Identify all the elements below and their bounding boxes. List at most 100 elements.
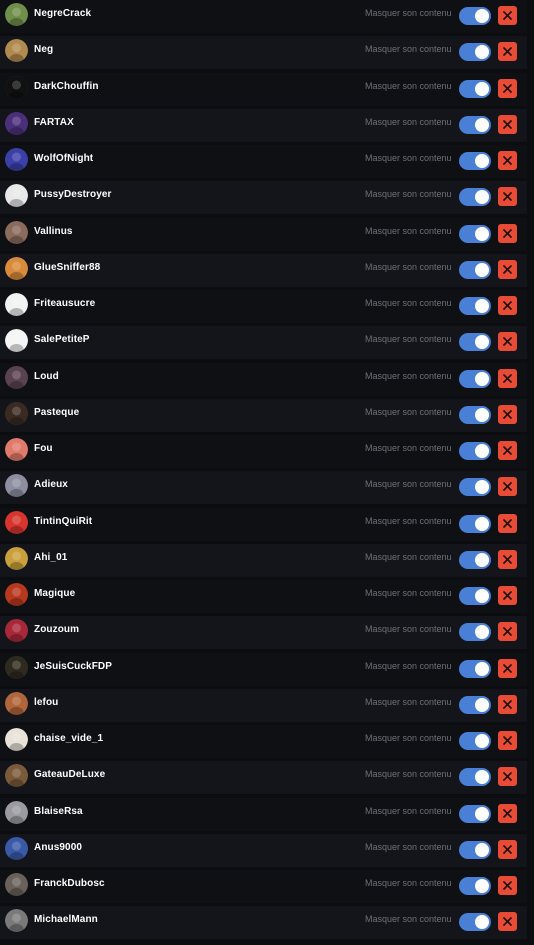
username: PussyDestroyer — [34, 189, 112, 201]
close-icon — [503, 301, 512, 310]
toggle-knob — [475, 154, 489, 168]
close-icon — [503, 11, 512, 20]
close-icon — [503, 228, 512, 238]
toggle-knob — [475, 589, 489, 603]
avatar — [5, 909, 28, 933]
mask-content-label: Masquer son contenu — [365, 189, 452, 200]
mask-content-toggle[interactable] — [459, 478, 491, 497]
remove-user-button[interactable] — [498, 803, 517, 823]
mask-content-toggle[interactable] — [459, 152, 491, 170]
remove-user-button[interactable] — [498, 586, 517, 605]
remove-user-button[interactable] — [498, 223, 517, 243]
mask-content-label: Masquer son contenu — [365, 696, 452, 707]
avatar — [5, 256, 28, 280]
mask-content-toggle[interactable] — [459, 768, 491, 787]
remove-user-button[interactable] — [498, 767, 517, 787]
remove-user-button[interactable] — [498, 114, 517, 134]
toggle-knob — [475, 770, 489, 785]
mask-content-toggle[interactable] — [459, 623, 491, 642]
remove-user-button[interactable] — [498, 622, 517, 642]
mask-content-label: Masquer son contenu — [365, 479, 452, 490]
mask-content-toggle[interactable] — [459, 224, 491, 243]
close-icon — [503, 119, 512, 129]
toggle-knob — [475, 444, 489, 458]
avatar — [5, 3, 28, 26]
toggle-knob — [475, 335, 489, 350]
remove-user-button[interactable] — [498, 6, 517, 25]
mask-content-label: Masquer son contenu — [365, 80, 452, 91]
mask-content-toggle[interactable] — [459, 43, 491, 62]
remove-user-button[interactable] — [498, 78, 517, 98]
remove-user-button[interactable] — [498, 259, 517, 279]
mask-content-toggle[interactable] — [459, 188, 491, 207]
mask-content-toggle[interactable] — [459, 732, 491, 750]
remove-user-button[interactable] — [498, 694, 517, 714]
mask-content-toggle[interactable] — [459, 913, 491, 932]
username: BlaiseRsa — [34, 805, 83, 817]
remove-user-button[interactable] — [498, 549, 517, 569]
close-icon — [503, 663, 512, 673]
mask-content-toggle[interactable] — [459, 514, 491, 533]
user-row: Ahi_01 Masquer son contenu — [0, 543, 527, 577]
toggle-knob — [475, 661, 489, 676]
mask-content-toggle[interactable] — [459, 79, 491, 98]
username: FranckDubosc — [34, 878, 105, 889]
mask-content-toggle[interactable] — [459, 115, 491, 134]
mask-content-toggle[interactable] — [459, 804, 491, 823]
remove-user-button[interactable] — [498, 513, 517, 533]
remove-user-button[interactable] — [498, 658, 517, 678]
mask-content-toggle[interactable] — [459, 260, 491, 279]
user-row: lefou Masquer son contenu — [0, 688, 527, 722]
close-icon — [503, 83, 512, 93]
avatar — [5, 329, 28, 353]
mask-content-label: Masquer son contenu — [365, 660, 452, 671]
remove-user-button[interactable] — [498, 441, 517, 460]
username: NegreCrack — [34, 8, 92, 19]
remove-user-button[interactable] — [498, 731, 517, 750]
mask-content-toggle[interactable] — [459, 7, 491, 25]
mask-content-label: Masquer son contenu — [365, 805, 452, 816]
mask-content-toggle[interactable] — [459, 877, 491, 895]
mask-content-toggle[interactable] — [459, 333, 491, 352]
user-row: Zouzoum Masquer son contenu — [0, 616, 527, 650]
remove-user-button[interactable] — [498, 296, 517, 315]
mask-content-toggle[interactable] — [459, 840, 491, 859]
mask-content-toggle[interactable] — [459, 659, 491, 678]
avatar — [5, 510, 28, 534]
close-icon — [503, 808, 512, 818]
username: DarkChouffin — [34, 80, 99, 92]
remove-user-button[interactable] — [498, 151, 517, 170]
mask-content-toggle[interactable] — [459, 587, 491, 605]
close-icon — [503, 917, 512, 927]
remove-user-button[interactable] — [498, 368, 517, 388]
toggle-knob — [475, 407, 489, 422]
mask-content-toggle[interactable] — [459, 695, 491, 714]
mask-content-toggle[interactable] — [459, 442, 491, 460]
user-row: NegreCrack Masquer son contenu — [0, 0, 527, 33]
username: Pasteque — [34, 406, 80, 418]
mask-content-toggle[interactable] — [459, 297, 491, 315]
toggle-knob — [475, 371, 489, 386]
remove-user-button[interactable] — [498, 332, 517, 352]
remove-user-button[interactable] — [498, 187, 517, 207]
close-icon — [503, 264, 512, 274]
user-row: TintinQuiRit Masquer son contenu — [0, 507, 527, 541]
remove-user-button[interactable] — [498, 404, 517, 424]
mask-content-label: Masquer son contenu — [365, 153, 452, 163]
close-icon — [503, 47, 512, 57]
user-row: chaise_vide_1 Masquer son contenu — [0, 725, 527, 758]
mask-content-toggle[interactable] — [459, 369, 491, 388]
mask-content-toggle[interactable] — [459, 405, 491, 424]
mask-content-toggle[interactable] — [459, 550, 491, 569]
user-row: GlueSniffer88 Masquer son contenu — [0, 253, 527, 287]
mask-content-label: Masquer son contenu — [365, 551, 452, 562]
remove-user-button[interactable] — [498, 42, 517, 62]
toggle-knob — [475, 45, 489, 60]
user-row: Pasteque Masquer son contenu — [0, 398, 527, 432]
remove-user-button[interactable] — [498, 477, 517, 497]
remove-user-button[interactable] — [498, 912, 517, 932]
mask-content-label: Masquer son contenu — [365, 116, 452, 127]
username: Friteausucre — [34, 298, 96, 309]
remove-user-button[interactable] — [498, 876, 517, 895]
remove-user-button[interactable] — [498, 839, 517, 859]
